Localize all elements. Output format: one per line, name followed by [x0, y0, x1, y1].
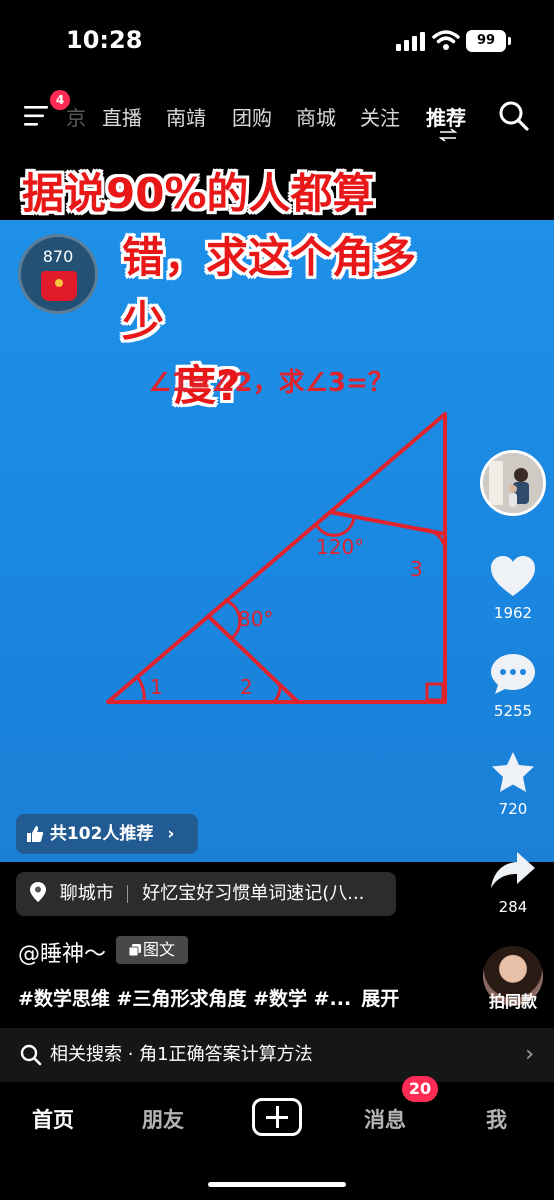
hashtag-text[interactable]: #数学思维 #三角形求角度 #数学 #... [18, 988, 351, 1010]
comment-count: 5255 [493, 702, 533, 720]
tab-home[interactable]: 首页 [32, 1104, 74, 1134]
top-nav: 4 京 直播 南靖 团购 商城 关注 推荐 [0, 88, 554, 144]
duet-label: 拍同款 [488, 992, 537, 1011]
share-count: 284 [498, 898, 528, 916]
share-button[interactable]: 284 [478, 848, 548, 916]
search-icon[interactable] [498, 100, 530, 132]
location-divider [127, 885, 129, 903]
expand-button[interactable]: 展开 [361, 988, 399, 1010]
heart-icon [491, 556, 535, 596]
question-text: ∠1=∠2，求∠3=？ [148, 368, 394, 398]
messages-badge: 20 [402, 1076, 438, 1102]
location-extra: 好忆宝好习惯单词速记(八... [142, 883, 365, 904]
search-icon [20, 1044, 42, 1066]
right-angle-marker [425, 682, 445, 702]
red-packet-icon [41, 271, 77, 301]
status-bar: 10:28 99 [0, 0, 554, 80]
comment-icon [491, 654, 535, 694]
battery-indicator: 99 [466, 30, 506, 52]
related-search-text: 相关搜索 · 角1正确答案计算方法 [50, 1044, 313, 1065]
tab-local[interactable]: 南靖 [166, 102, 206, 131]
author-name[interactable]: @睡神～ [18, 936, 106, 968]
red-packet-count: 870 [42, 247, 74, 266]
thumbs-up-icon [27, 826, 44, 842]
arc-angle-2 [272, 683, 282, 703]
chevron-right-icon: › [167, 824, 175, 844]
tab-mall[interactable]: 商城 [296, 102, 336, 131]
recommend-count-button[interactable]: 共102人推荐 › [16, 814, 198, 854]
favorite-button[interactable]: 720 [478, 750, 548, 818]
location-city: 聊城市 [59, 883, 114, 904]
red-packet-widget[interactable]: 870 [18, 234, 98, 314]
signal-icon [396, 32, 425, 51]
triangle-outline [106, 412, 447, 704]
arc-angle-1 [136, 677, 146, 703]
tab-messages[interactable]: 消息 [364, 1104, 406, 1134]
battery-tip [508, 37, 511, 45]
tab-friends[interactable]: 朋友 [142, 1104, 184, 1134]
hashtags[interactable]: #数学思维 #三角形求角度 #数学 #... 展开 [18, 984, 399, 1011]
tab-group-buy[interactable]: 团购 [232, 102, 272, 131]
label-angle-80: 80° [238, 607, 273, 631]
tab-following[interactable]: 关注 [360, 102, 400, 131]
like-count: 1962 [493, 604, 533, 622]
gallery-icon [128, 944, 141, 957]
avatar-photo [483, 453, 543, 513]
related-search-bar[interactable]: 相关搜索 · 角1正确答案计算方法 › [0, 1028, 554, 1082]
tab-live[interactable]: 直播 [102, 102, 142, 131]
triangle-diagram: 1 2 80° 120° 3 [106, 412, 448, 704]
switch-icon[interactable] [438, 128, 458, 142]
content-type-label: 图文 [142, 940, 175, 959]
chevron-right-icon: › [525, 1042, 534, 1067]
tab-me[interactable]: 我 [486, 1104, 507, 1134]
recommend-text: 共102人推荐 [49, 824, 154, 844]
label-angle-3: 3 [410, 557, 423, 581]
label-angle-2: 2 [240, 675, 253, 699]
label-angle-120: 120° [316, 535, 364, 559]
menu-icon[interactable] [24, 104, 50, 128]
status-time: 10:28 [66, 26, 143, 54]
title-line-1: 据说90%的人都算 [22, 169, 375, 218]
home-indicator [208, 1182, 346, 1187]
author-avatar[interactable] [480, 450, 546, 516]
duet-button[interactable]: 拍同款 [480, 946, 546, 1011]
comment-button[interactable]: 5255 [478, 652, 548, 720]
wifi-icon [432, 30, 460, 50]
like-button[interactable]: 1962 [478, 554, 548, 622]
tab-recommend[interactable]: 推荐 [426, 102, 466, 131]
content-type-tag: 图文 [116, 936, 188, 964]
label-angle-1: 1 [150, 675, 163, 699]
location-pin-icon [30, 882, 46, 902]
nav-tab-partial[interactable]: 京 [66, 102, 86, 131]
star-icon [492, 752, 534, 792]
share-icon [491, 852, 535, 888]
create-button[interactable] [252, 1098, 302, 1136]
favorite-count: 720 [498, 800, 528, 818]
location-bar[interactable]: 聊城市 好忆宝好习惯单词速记(八... [16, 872, 396, 916]
